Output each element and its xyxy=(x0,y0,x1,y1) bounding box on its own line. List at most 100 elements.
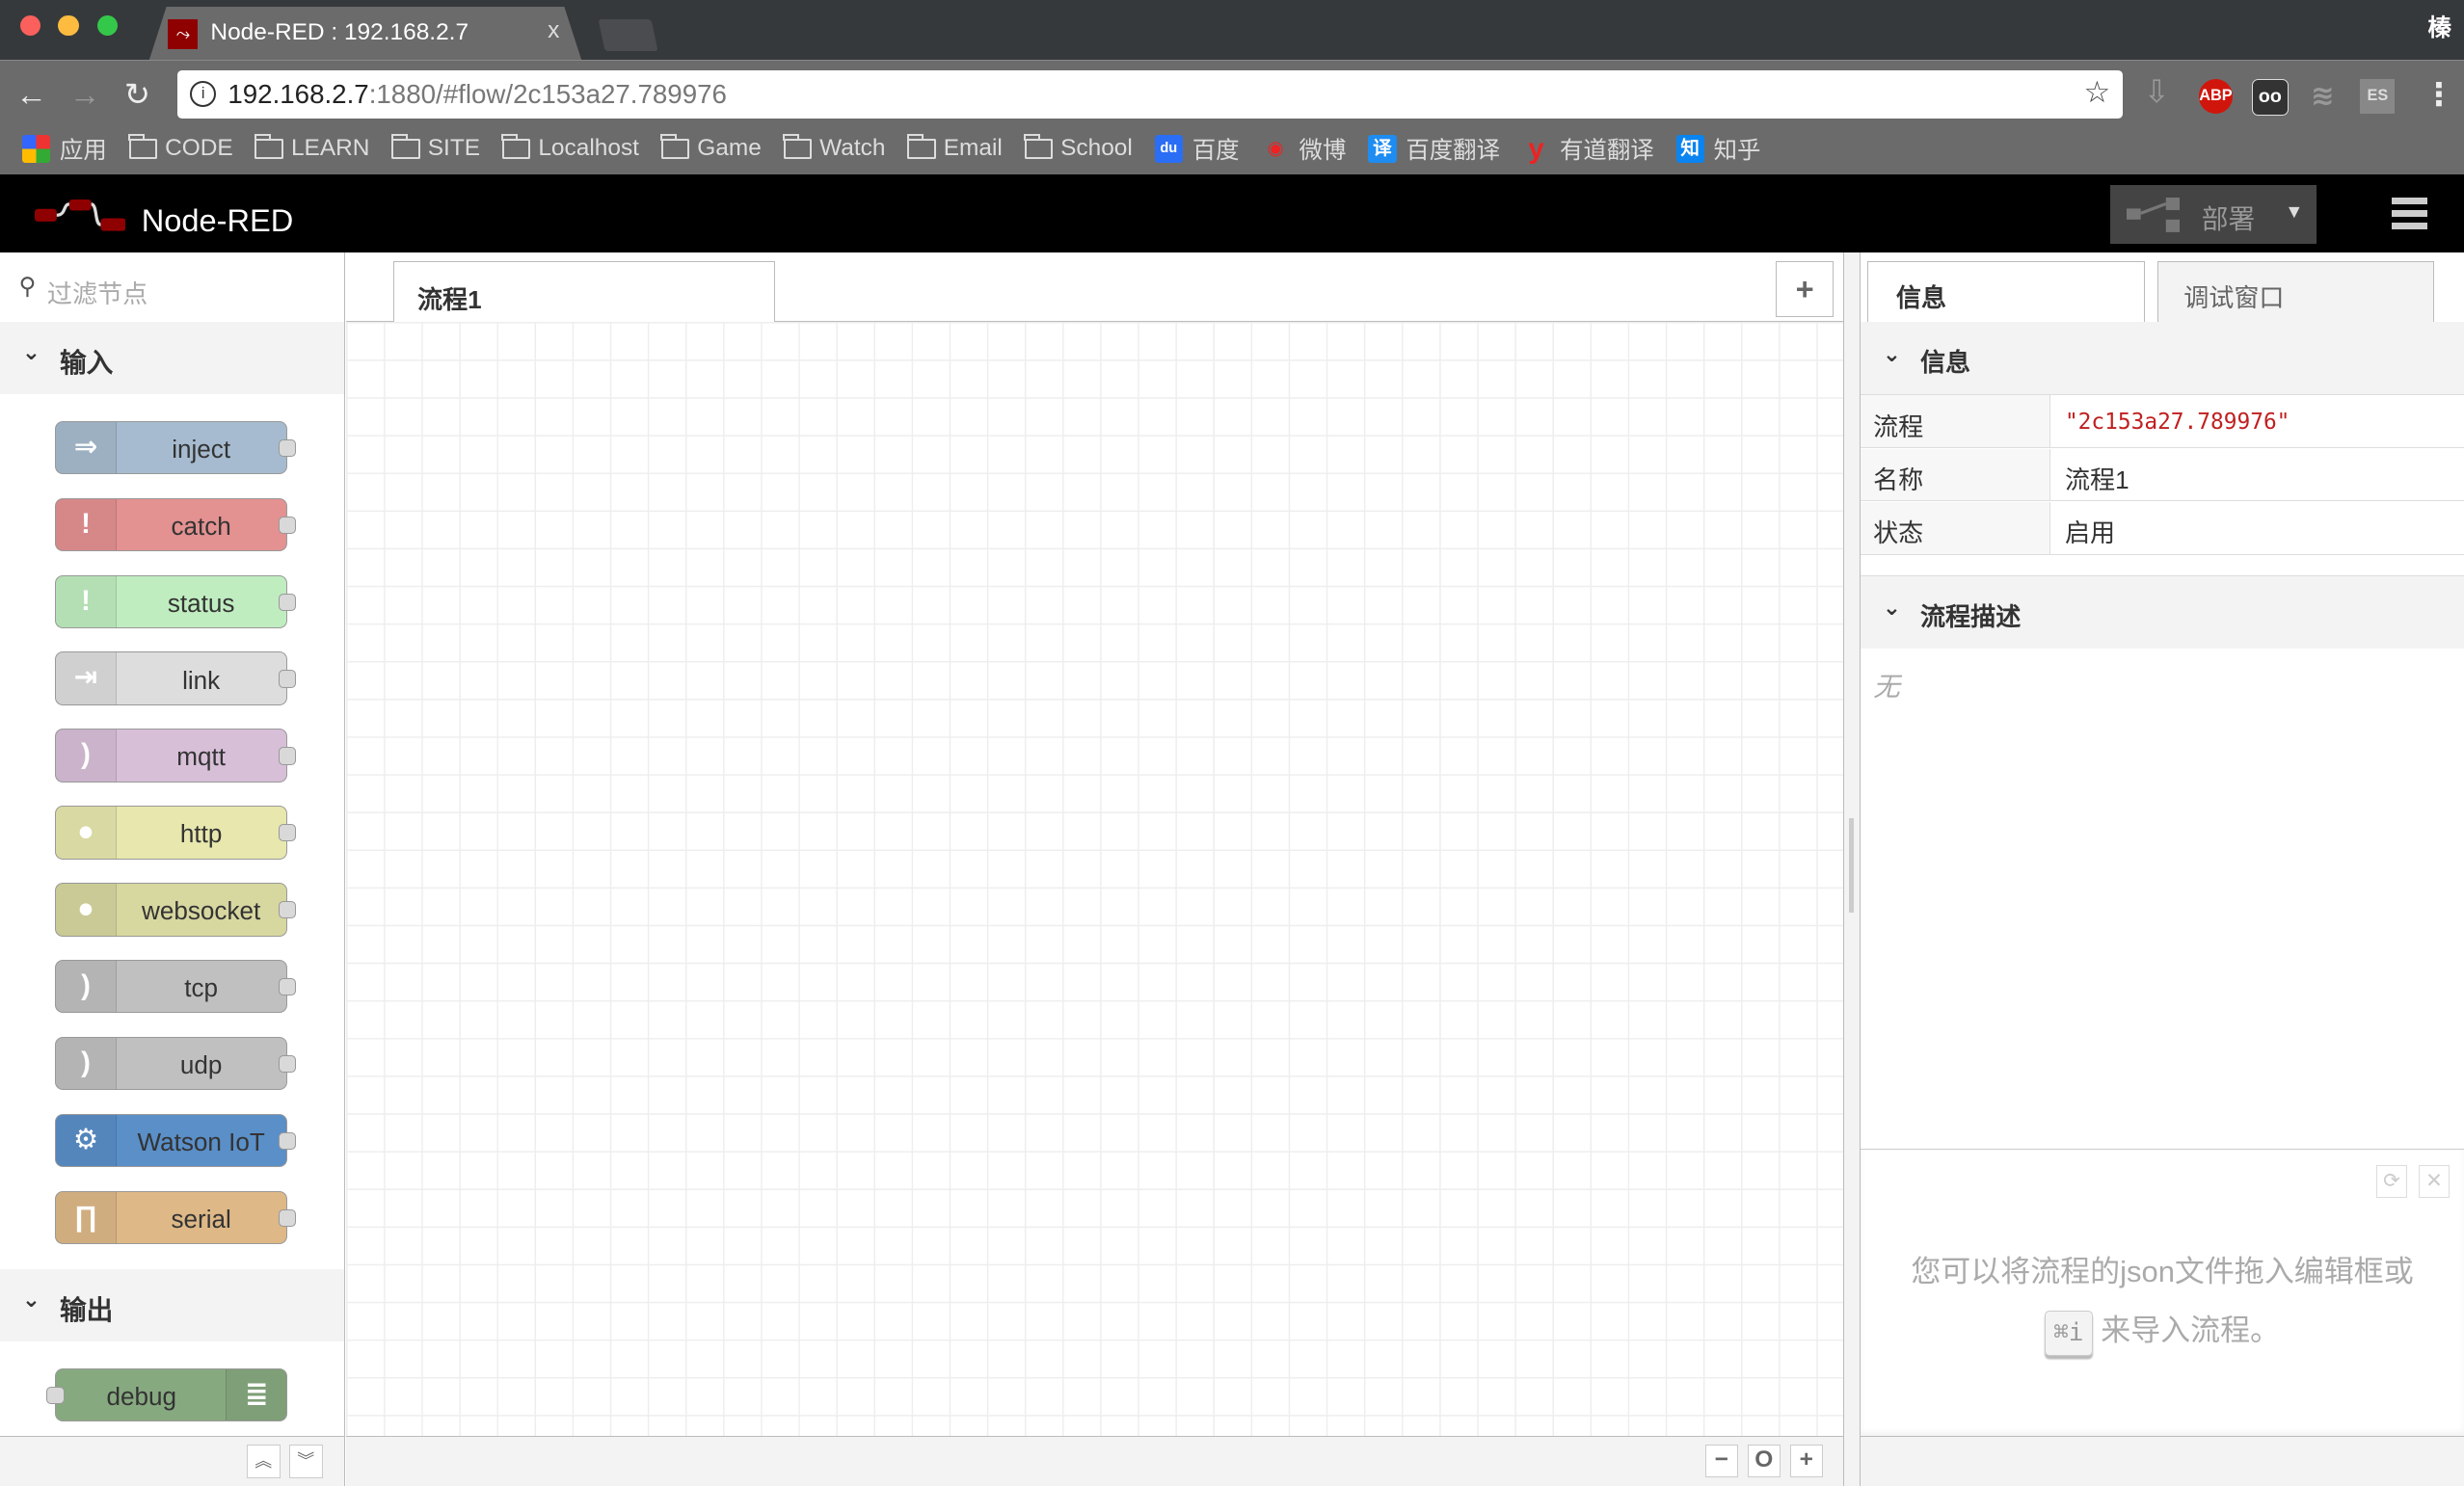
tab-flow1[interactable]: 流程1 xyxy=(392,260,775,323)
bookmark-10[interactable]: ◉ 微博 xyxy=(1261,132,1347,166)
tab-info[interactable]: 信息 xyxy=(1866,260,2146,323)
bookmark-label: Game xyxy=(697,135,762,162)
browser-tab[interactable]: ⤳ Node-RED : 192.168.2.7 x xyxy=(148,6,582,60)
bookmark-label: 知乎 xyxy=(1713,137,1761,164)
bookmark-13[interactable]: 知知乎 xyxy=(1675,132,1761,166)
link-icon: ⇥ xyxy=(56,652,117,704)
main-menu-icon[interactable] xyxy=(2392,198,2428,235)
minimize-window-button[interactable] xyxy=(58,15,79,37)
close-tip-icon[interactable]: ✕ xyxy=(2418,1164,2451,1199)
palette-category-header[interactable]: ⌄ 输入 xyxy=(0,322,344,395)
palette-node-watson-iot[interactable]: ⚙ Watson IoT xyxy=(55,1113,297,1168)
profile-button[interactable]: 榛 xyxy=(2428,10,2451,43)
zoom-in-button[interactable]: + xyxy=(1789,1445,1823,1478)
category-label: 输出 xyxy=(59,1294,114,1325)
info-key: 状态 xyxy=(1861,501,2051,554)
bookmark-label: LEARN xyxy=(290,135,370,162)
bookmark-2[interactable]: LEARN xyxy=(254,134,370,162)
bookmark-9[interactable]: du 百度 xyxy=(1154,132,1240,166)
output-port xyxy=(278,747,297,765)
palette-node-http[interactable]: ● http xyxy=(55,806,297,860)
url-path: :1880/#flow/2c153a27.789976 xyxy=(368,79,727,110)
bookmark-11[interactable]: 译百度翻译 xyxy=(1368,132,1500,166)
bookmark-4[interactable]: Localhost xyxy=(501,134,639,162)
output-port xyxy=(278,516,297,534)
bridge-icon: ) xyxy=(56,960,117,1013)
palette-node-udp[interactable]: ) udp xyxy=(55,1036,297,1091)
palette-node-link[interactable]: ⇥ link xyxy=(55,651,297,705)
new-tab-button[interactable] xyxy=(598,18,659,51)
bookmark-label: 应用 xyxy=(59,137,107,164)
bookmark-0[interactable]: 应用 xyxy=(21,132,107,166)
zoom-reset-button[interactable]: O xyxy=(1747,1445,1781,1478)
reload-icon[interactable]: ↻ xyxy=(124,76,150,113)
browser-titlebar: ⤳ Node-RED : 192.168.2.7 x 榛 xyxy=(0,0,2464,60)
node-palette: ⚲ 过滤节点 ⌄ 输入 ⇒ inject! catch! status ⇥ link) mqtt… xyxy=(0,252,345,1486)
bookmark-label: Watch xyxy=(819,135,886,162)
info-section-title: 信息 xyxy=(1919,348,1971,378)
palette-node-mqtt[interactable]: ) mqtt xyxy=(55,729,297,783)
bookmark-star-icon[interactable]: ☆ xyxy=(2083,75,2110,110)
palette-node-tcp[interactable]: ) tcp xyxy=(55,959,297,1014)
info-row-flow: 流程 "2c153a27.789976" xyxy=(1861,395,2464,448)
bookmark-3[interactable]: SITE xyxy=(390,134,480,162)
palette-node-websocket[interactable]: ● websocket xyxy=(55,883,297,937)
node-label: mqtt xyxy=(176,742,226,772)
palette-node-inject[interactable]: ⇒ inject xyxy=(55,420,297,475)
search-icon: ⚲ xyxy=(18,273,37,300)
flow-canvas[interactable] xyxy=(345,322,1844,1436)
download-icon[interactable]: ⇩ xyxy=(2143,73,2169,110)
palette-node-status[interactable]: ! status xyxy=(55,574,297,629)
apps-grid-icon xyxy=(21,134,51,163)
node-label: inject xyxy=(172,434,231,464)
bookmark-12[interactable]: y 有道翻译 xyxy=(1522,132,1653,166)
add-flow-button[interactable]: + xyxy=(1776,260,1835,318)
deploy-button[interactable]: 部署 ▼ xyxy=(2110,185,2317,244)
node-label: http xyxy=(179,819,223,849)
bookmark-7[interactable]: Email xyxy=(906,134,1003,162)
adblock-icon[interactable]: ABP xyxy=(2198,79,2234,115)
refresh-tip-icon[interactable]: ⟳ xyxy=(2375,1164,2408,1199)
info-section-header[interactable]: ⌄ 信息 xyxy=(1861,322,2464,395)
info-value: 流程1 xyxy=(2064,464,2129,494)
bookmark-8[interactable]: School xyxy=(1024,134,1133,162)
back-icon[interactable]: ← xyxy=(15,76,47,113)
bridge-icon: ) xyxy=(56,1037,117,1090)
bookmark-1[interactable]: CODE xyxy=(128,134,233,162)
extension-stack-icon[interactable]: ≋ xyxy=(2305,79,2340,114)
output-port xyxy=(278,438,297,458)
collapse-all-icon[interactable]: ︽ xyxy=(246,1445,281,1478)
palette-category-header[interactable]: ⌄ 输出 xyxy=(0,1269,344,1342)
palette-node-catch[interactable]: ! catch xyxy=(55,497,297,552)
desc-section-header[interactable]: ⌄ 流程描述 xyxy=(1861,574,2464,649)
tab-debug[interactable]: 调试窗口 xyxy=(2157,260,2434,323)
tab-close-icon[interactable]: x xyxy=(548,17,559,44)
folder-icon xyxy=(906,134,936,159)
palette-node-serial[interactable]: ∏ serial xyxy=(55,1190,297,1245)
extension-glasses-icon[interactable]: oo xyxy=(2251,79,2289,117)
baidu-icon: du xyxy=(1154,134,1183,163)
info-row-name: 名称 流程1 xyxy=(1861,448,2464,502)
palette-node-debug[interactable]: debug ≣ xyxy=(46,1367,288,1422)
forward-icon[interactable]: → xyxy=(69,76,101,113)
maximize-window-button[interactable] xyxy=(97,15,119,37)
sidebar-splitter[interactable] xyxy=(1843,252,1861,1486)
workspace: 流程1 + − O + xyxy=(345,252,1844,1486)
deploy-dropdown-icon[interactable]: ▼ xyxy=(2285,201,2303,224)
close-window-button[interactable] xyxy=(20,15,41,37)
output-port xyxy=(278,901,297,919)
bookmark-5[interactable]: Game xyxy=(660,134,762,162)
palette-filter-input[interactable]: ⚲ 过滤节点 xyxy=(0,252,344,324)
expand-all-icon[interactable]: ︾ xyxy=(288,1445,323,1478)
folder-icon xyxy=(390,134,420,159)
info-value: "2c153a27.789976" xyxy=(2064,409,2290,435)
site-info-icon[interactable]: i xyxy=(190,81,217,107)
zoom-out-button[interactable]: − xyxy=(1704,1445,1738,1478)
extension-es-icon[interactable]: ES xyxy=(2360,79,2396,115)
folder-icon xyxy=(660,134,690,159)
bookmark-6[interactable]: Watch xyxy=(783,134,886,162)
address-bar[interactable]: i 192.168.2.7:1880/#flow/2c153a27.789976… xyxy=(177,69,2124,119)
arrow-in-icon: ⇒ xyxy=(56,421,117,474)
output-port xyxy=(278,824,297,842)
browser-menu-icon[interactable]: ⋮ xyxy=(2424,76,2455,113)
